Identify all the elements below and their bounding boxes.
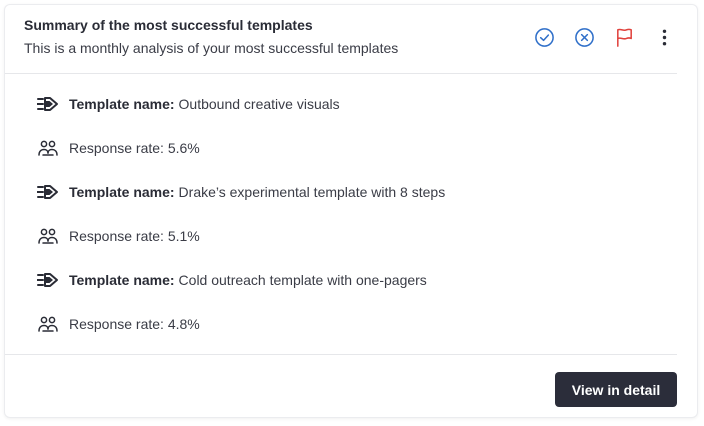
- card-subtitle: This is a monthly analysis of your most …: [24, 40, 399, 56]
- template-name-value: Drake’s experimental template with 8 ste…: [178, 184, 446, 200]
- template-name-row: Template name: Cold outreach template wi…: [37, 268, 427, 292]
- dismiss-button[interactable]: [573, 26, 595, 48]
- people-icon: [37, 137, 59, 159]
- footer-divider: [5, 354, 677, 355]
- more-options-button[interactable]: [653, 26, 675, 48]
- template-name-row: Template name: Outbound creative visuals: [37, 92, 340, 116]
- response-rate-text: Response rate: 5.6%: [69, 140, 200, 156]
- card-title: Summary of the most successful templates: [24, 17, 313, 33]
- template-name-value: Outbound creative visuals: [178, 96, 340, 112]
- check-circle-icon: [534, 27, 554, 47]
- card-header: Summary of the most successful templates…: [5, 5, 697, 75]
- people-icon: [37, 225, 59, 247]
- sequence-arrow-icon: [37, 269, 59, 291]
- close-circle-icon: [574, 27, 594, 47]
- more-vertical-icon: [662, 29, 666, 45]
- template-name-label: Template name:: [69, 96, 175, 112]
- response-rate-row: Response rate: 5.6%: [37, 136, 200, 160]
- view-in-detail-button[interactable]: View in detail: [555, 372, 677, 407]
- template-name-value: Cold outreach template with one-pagers: [178, 272, 427, 288]
- templates-summary-card: Summary of the most successful templates…: [4, 4, 698, 418]
- flag-button[interactable]: [613, 26, 635, 48]
- flag-icon: [616, 28, 632, 47]
- response-rate-row: Response rate: 4.8%: [37, 312, 200, 336]
- template-name-label: Template name:: [69, 272, 175, 288]
- response-rate-text: Response rate: 4.8%: [69, 316, 200, 332]
- approve-button[interactable]: [533, 26, 555, 48]
- response-rate-text: Response rate: 5.1%: [69, 228, 200, 244]
- sequence-arrow-icon: [37, 181, 59, 203]
- template-name-label: Template name:: [69, 184, 175, 200]
- response-rate-row: Response rate: 5.1%: [37, 224, 200, 248]
- template-name-row: Template name: Drake’s experimental temp…: [37, 180, 445, 204]
- header-divider: [5, 73, 677, 74]
- people-icon: [37, 313, 59, 335]
- sequence-arrow-icon: [37, 93, 59, 115]
